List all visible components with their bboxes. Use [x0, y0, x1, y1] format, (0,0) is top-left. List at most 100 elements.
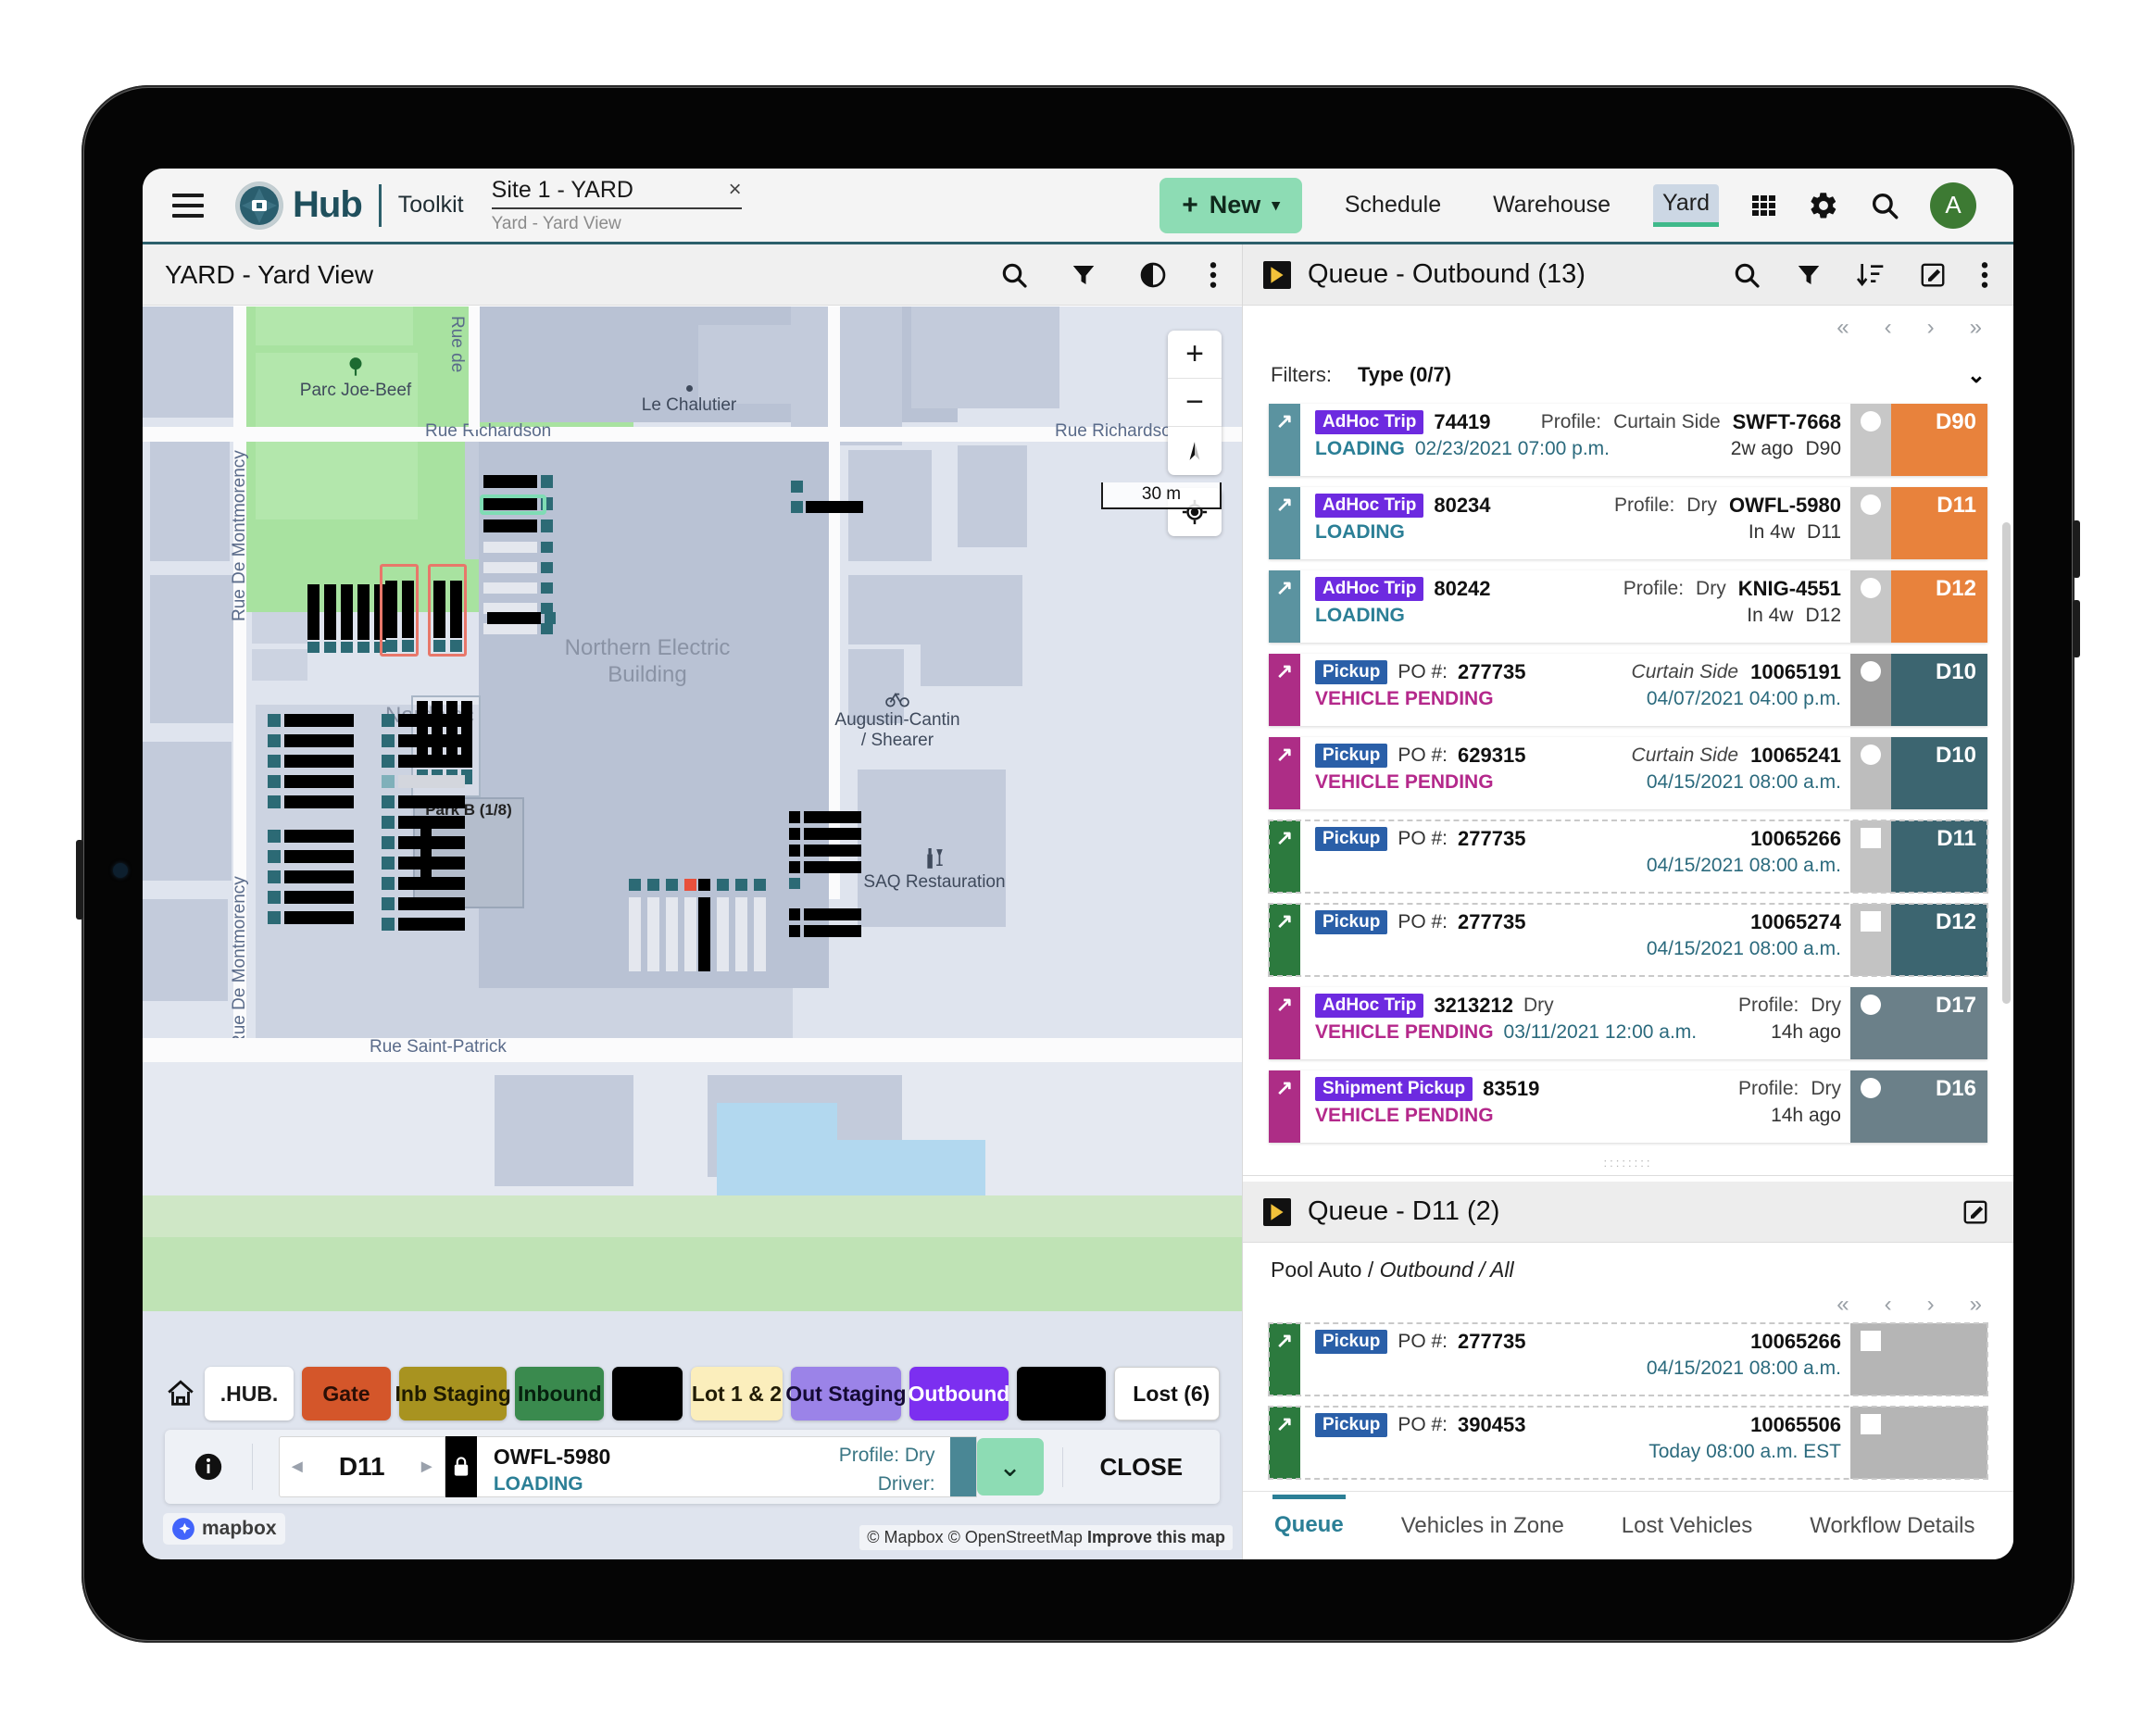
status-badge[interactable]: D10: [1891, 654, 1987, 726]
tab-vehicles-in-zone[interactable]: Vehicles in Zone: [1399, 1506, 1566, 1546]
row-indicator[interactable]: [1850, 1323, 1891, 1395]
home-icon[interactable]: [165, 1378, 196, 1409]
status-badge[interactable]: D11: [1891, 820, 1987, 893]
legend-inb-staging[interactable]: Inb Staging: [395, 1367, 511, 1420]
search-icon[interactable]: [1732, 260, 1761, 290]
chevron-down-icon[interactable]: ›: [1927, 315, 1935, 341]
list-item[interactable]: ↗ Pickup PO #: 277735 10065266 04/15/202…: [1268, 1322, 1988, 1396]
row-indicator[interactable]: [1850, 987, 1891, 1059]
row-indicator[interactable]: [1850, 737, 1891, 809]
outbound-queue-filters[interactable]: Filters: Type (0/7) ⌄: [1243, 346, 2013, 404]
chevron-down-icon[interactable]: ⌄: [1967, 362, 1986, 389]
vehicle-detail-card[interactable]: OWFL-5980 Profile: Dry LOADING Driver:: [476, 1436, 977, 1497]
d11-queue-list[interactable]: ↗ Pickup PO #: 277735 10065266 04/15/202…: [1243, 1322, 2013, 1480]
legend-gate[interactable]: Gate: [302, 1367, 391, 1420]
legend-inbound[interactable]: Inbound: [515, 1367, 605, 1420]
legend-lost-vehicles[interactable]: ? Lost (6): [1113, 1367, 1220, 1420]
sort-descending-icon[interactable]: [1856, 260, 1886, 290]
info-icon[interactable]: [165, 1444, 253, 1490]
nav-link-warehouse[interactable]: Warehouse: [1484, 186, 1620, 224]
status-badge[interactable]: D90: [1891, 404, 1987, 476]
site-tab[interactable]: Site 1 - YARD × Yard - Yard View: [491, 177, 742, 234]
table-row[interactable]: ↗ Shipment Pickup 83519 Profile: Dry VEH…: [1269, 1070, 1987, 1143]
row-indicator[interactable]: [1850, 654, 1891, 726]
legend-black-b[interactable]: [1016, 1367, 1106, 1420]
table-row[interactable]: ↗ AdHoc Trip 74419 Profile: Curtain Side…: [1269, 404, 1987, 476]
table-row[interactable]: ↗ AdHoc Trip 3213212 Dry Profile: Dry VE…: [1269, 987, 1987, 1059]
compass-icon[interactable]: [1168, 427, 1222, 475]
more-vertical-icon[interactable]: [1209, 260, 1218, 290]
nav-link-yard[interactable]: Yard: [1653, 183, 1719, 227]
row-indicator[interactable]: [1850, 404, 1891, 476]
row-indicator[interactable]: [1850, 487, 1891, 559]
legend-out-staging[interactable]: Out Staging: [785, 1367, 907, 1420]
double-chevron-up-icon[interactable]: «: [1836, 1292, 1849, 1318]
new-button[interactable]: + New ▾: [1159, 177, 1302, 233]
filter-icon[interactable]: [1070, 261, 1097, 289]
power-button[interactable]: [76, 840, 83, 920]
status-badge[interactable]: D16: [1891, 1070, 1987, 1143]
queue-scrollbar[interactable]: [2002, 522, 2011, 1004]
legend-black-a[interactable]: [612, 1367, 683, 1420]
map-attribution[interactable]: © Mapbox © OpenStreetMap Improve this ma…: [859, 1525, 1233, 1550]
panel-resize-handle[interactable]: ::::::::: [1243, 1154, 2013, 1170]
status-badge[interactable]: D17: [1891, 987, 1987, 1059]
chevron-up-icon[interactable]: ‹: [1885, 1292, 1892, 1318]
volume-up-button[interactable]: [2073, 520, 2080, 578]
dock-next-button[interactable]: ►: [409, 1457, 445, 1478]
zoom-out-button[interactable]: −: [1168, 379, 1222, 427]
chevron-down-icon[interactable]: ›: [1927, 1292, 1935, 1318]
double-chevron-down-icon[interactable]: »: [1970, 315, 1982, 341]
table-row[interactable]: ↗ Pickup PO #: 277735 10065274 04/15/202…: [1268, 903, 1988, 977]
row-indicator[interactable]: [1850, 820, 1891, 893]
eye-icon[interactable]: [1138, 260, 1168, 290]
map-selection-box-green[interactable]: [480, 494, 546, 515]
app-logo[interactable]: Hub Toolkit: [235, 181, 464, 230]
table-row[interactable]: ↗ Pickup PO #: 277735 Curtain Side 10065…: [1269, 654, 1987, 726]
apps-grid-icon[interactable]: [1749, 191, 1778, 220]
list-item[interactable]: ↗ Pickup PO #: 390453 10065506 Today 08:…: [1268, 1406, 1988, 1480]
search-icon[interactable]: [999, 260, 1029, 290]
outbound-queue-list[interactable]: ↗ AdHoc Trip 74419 Profile: Curtain Side…: [1243, 404, 2013, 1143]
row-indicator[interactable]: [1850, 1407, 1891, 1479]
zoom-in-button[interactable]: +: [1168, 331, 1222, 379]
status-badge[interactable]: D12: [1891, 904, 1987, 976]
row-indicator[interactable]: [1850, 570, 1891, 643]
table-row[interactable]: ↗ AdHoc Trip 80242 Profile: Dry KNIG-455…: [1269, 570, 1987, 643]
table-row[interactable]: ↗ AdHoc Trip 80234 Profile: Dry OWFL-598…: [1269, 487, 1987, 559]
expand-detail-button[interactable]: ⌄: [976, 1438, 1044, 1495]
filter-icon[interactable]: [1795, 261, 1823, 289]
dock-selector[interactable]: ◄ D11 ►: [278, 1436, 445, 1497]
double-chevron-up-icon[interactable]: «: [1836, 315, 1849, 341]
table-row[interactable]: ↗ Pickup PO #: 277735 10065266 04/15/202…: [1268, 820, 1988, 894]
table-row[interactable]: ↗ Pickup PO #: 629315 Curtain Side 10065…: [1269, 737, 1987, 809]
nav-link-schedule[interactable]: Schedule: [1335, 186, 1450, 224]
tab-lost-vehicles[interactable]: Lost Vehicles: [1620, 1506, 1754, 1546]
legend-hub[interactable]: .HUB.: [205, 1367, 294, 1420]
chevron-up-icon[interactable]: ‹: [1885, 315, 1892, 341]
tab-queue[interactable]: Queue: [1272, 1494, 1346, 1546]
improve-map-link[interactable]: Improve this map: [1087, 1528, 1225, 1546]
legend-lot-1-2[interactable]: Lot 1 & 2: [691, 1367, 783, 1420]
status-badge[interactable]: D10: [1891, 737, 1987, 809]
more-vertical-icon[interactable]: [1980, 260, 1989, 290]
legend-outbound[interactable]: Outbound: [908, 1367, 1009, 1420]
search-icon[interactable]: [1869, 190, 1900, 221]
status-badge[interactable]: [1891, 1407, 1987, 1479]
status-badge[interactable]: [1891, 1323, 1987, 1395]
avatar[interactable]: A: [1930, 181, 1976, 229]
lock-icon[interactable]: [445, 1436, 477, 1497]
close-detail-button[interactable]: CLOSE: [1061, 1446, 1220, 1487]
status-badge[interactable]: D11: [1891, 487, 1987, 559]
close-icon[interactable]: ×: [729, 177, 742, 203]
mapbox-logo[interactable]: mapbox: [163, 1513, 285, 1545]
tab-workflow-details[interactable]: Workflow Details: [1808, 1506, 1976, 1546]
edit-icon[interactable]: [1919, 261, 1947, 289]
dock-prev-button[interactable]: ◄: [280, 1457, 315, 1478]
edit-icon[interactable]: [1962, 1198, 1989, 1226]
volume-down-button[interactable]: [2073, 600, 2080, 657]
gear-icon[interactable]: [1808, 190, 1839, 221]
row-indicator[interactable]: [1850, 904, 1891, 976]
filters-type-value[interactable]: Type (0/7): [1358, 363, 1451, 387]
row-indicator[interactable]: [1850, 1070, 1891, 1143]
